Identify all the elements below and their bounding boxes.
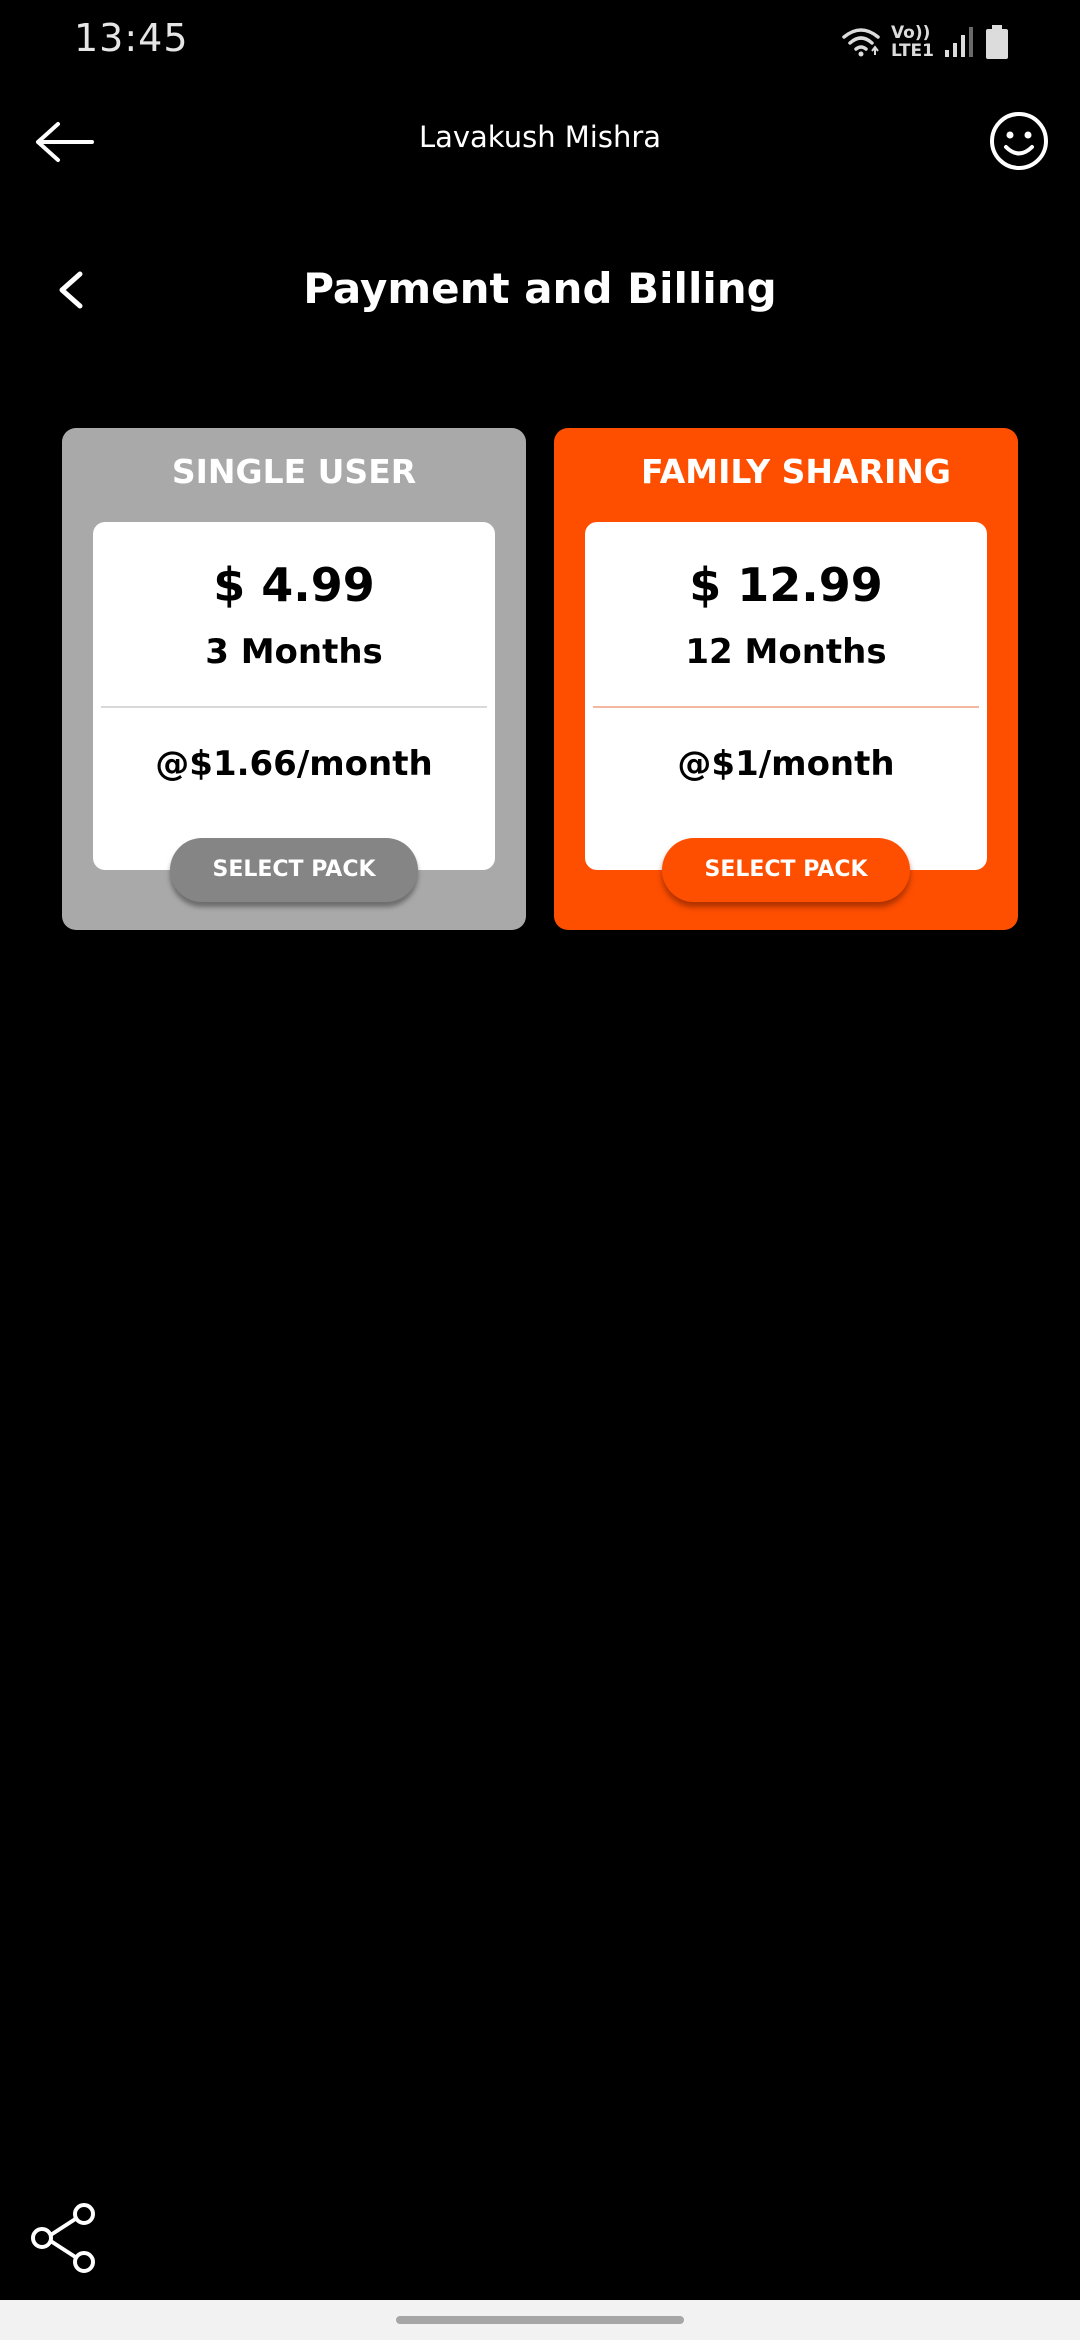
plan-list: SINGLE USER $ 4.99 3 Months @$1.66/month… <box>62 428 1018 930</box>
volte-label: Vo)) <box>890 23 931 43</box>
status-icons: Vo)) LTE1 <box>841 22 1010 62</box>
plan-details: $ 12.99 12 Months @$1/month <box>585 522 987 870</box>
home-gesture-handle[interactable] <box>396 2316 684 2324</box>
lte-label: LTE1 <box>890 41 934 61</box>
plan-divider <box>101 706 487 708</box>
battery-icon <box>986 25 1008 59</box>
page-header: Payment and Billing <box>0 240 1080 340</box>
plan-card-single-user: SINGLE USER $ 4.99 3 Months @$1.66/month… <box>62 428 526 930</box>
smiley-icon <box>990 112 1048 170</box>
plan-price: $ 12.99 <box>689 558 883 612</box>
network-indicator: Vo)) LTE1 <box>891 24 934 60</box>
plan-price: $ 4.99 <box>213 558 375 612</box>
share-icon <box>31 2203 95 2273</box>
app-bar: Lavakush Mishra <box>0 90 1080 200</box>
plan-name: FAMILY SHARING <box>640 452 951 491</box>
plan-divider <box>593 706 979 708</box>
wifi-icon <box>842 28 880 57</box>
signal-icon <box>945 27 973 57</box>
page-title: Payment and Billing <box>303 264 777 313</box>
select-pack-button-family[interactable]: SELECT PACK <box>662 838 910 902</box>
plan-name: SINGLE USER <box>171 452 417 491</box>
plan-duration: 3 Months <box>205 632 383 672</box>
status-bar: 13:45 Vo)) LTE1 <box>0 0 1080 86</box>
user-name: Lavakush Mishra <box>418 120 662 154</box>
share-button[interactable] <box>26 2200 102 2276</box>
plan-monthly-rate: @$1/month <box>677 744 895 784</box>
status-time: 13:45 <box>74 16 189 60</box>
plan-card-family-sharing: FAMILY SHARING $ 12.99 12 Months @$1/mon… <box>554 428 1018 930</box>
plan-duration: 12 Months <box>685 632 887 672</box>
navigation-bar <box>0 2300 1080 2340</box>
plan-monthly-rate: @$1.66/month <box>155 744 433 784</box>
profile-button[interactable] <box>988 110 1050 172</box>
plan-details: $ 4.99 3 Months @$1.66/month <box>93 522 495 870</box>
select-pack-button-single[interactable]: SELECT PACK <box>170 838 418 902</box>
